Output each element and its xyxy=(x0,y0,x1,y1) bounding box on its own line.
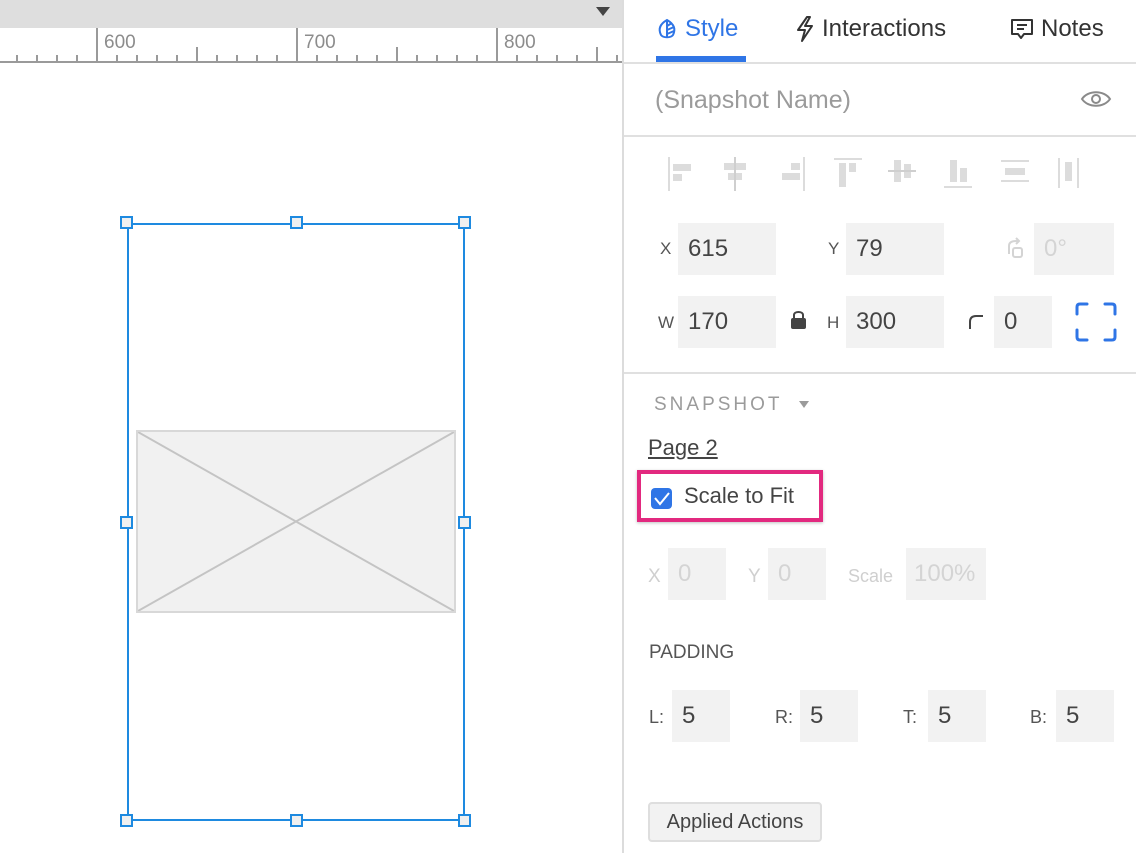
align-middle-icon[interactable] xyxy=(888,157,918,191)
offset-x-input[interactable]: 0 xyxy=(668,548,726,600)
scale-input[interactable]: 100% xyxy=(906,548,986,600)
divider xyxy=(624,62,1136,64)
resize-handle-top-right[interactable] xyxy=(458,216,471,229)
align-top-icon[interactable] xyxy=(833,157,863,191)
caret-down-icon[interactable] xyxy=(799,401,809,408)
dropdown-caret-icon[interactable] xyxy=(596,7,610,16)
ruler-label: 800 xyxy=(504,32,536,53)
resize-handle-bottom[interactable] xyxy=(290,814,303,827)
note-icon xyxy=(1009,16,1035,42)
x-input[interactable]: 615 xyxy=(678,223,776,275)
tab-style-label: Style xyxy=(685,15,739,42)
scale-to-fit-checkbox[interactable] xyxy=(651,488,672,509)
applied-actions-button[interactable]: Applied Actions xyxy=(648,802,822,842)
divider xyxy=(624,372,1136,374)
padding-right-input[interactable]: 5 xyxy=(800,690,858,742)
y-label: Y xyxy=(828,239,840,258)
horizontal-ruler: 600 700 800 xyxy=(0,28,622,63)
eye-icon[interactable] xyxy=(1080,88,1112,115)
align-right-icon[interactable] xyxy=(777,157,807,191)
scale-label: Scale xyxy=(848,566,894,586)
offset-x-label: X xyxy=(648,566,661,587)
rotation-input[interactable]: 0° xyxy=(1034,223,1114,275)
padding-bottom-label: B: xyxy=(1030,707,1048,727)
snapshot-section-title[interactable]: SNAPSHOT xyxy=(654,394,783,416)
selection-box[interactable] xyxy=(127,223,465,821)
rotate-icon xyxy=(1005,236,1025,265)
tab-style[interactable]: Style xyxy=(655,12,738,46)
align-bottom-icon[interactable] xyxy=(944,157,974,191)
corner-radius-input[interactable]: 0 xyxy=(994,296,1052,348)
padding-top-input[interactable]: 5 xyxy=(928,690,986,742)
padding-bottom-input[interactable]: 5 xyxy=(1056,690,1114,742)
ruler-label: 700 xyxy=(304,32,336,53)
lightning-icon xyxy=(794,15,816,43)
padding-left-input[interactable]: 5 xyxy=(672,690,730,742)
divider xyxy=(624,135,1136,137)
corner-radius-icon xyxy=(968,314,984,335)
width-input[interactable]: 170 xyxy=(678,296,776,348)
height-input[interactable]: 300 xyxy=(846,296,944,348)
checkmark-icon xyxy=(654,492,670,506)
resize-handle-top[interactable] xyxy=(290,216,303,229)
padding-top-label: T: xyxy=(903,707,918,727)
align-left-icon[interactable] xyxy=(666,157,696,191)
tab-interactions-label: Interactions xyxy=(822,15,947,42)
h-label: H xyxy=(827,313,840,332)
resize-handle-bottom-left[interactable] xyxy=(120,814,133,827)
scale-to-fit-label[interactable]: Scale to Fit xyxy=(684,483,794,509)
style-panel: Style Interactions Notes (Snapshot Name) xyxy=(624,0,1136,853)
tab-notes[interactable]: Notes xyxy=(1009,12,1104,46)
resize-handle-bottom-right[interactable] xyxy=(458,814,471,827)
tab-interactions[interactable]: Interactions xyxy=(794,12,946,46)
fit-to-content-icon[interactable] xyxy=(1075,302,1117,347)
offset-y-label: Y xyxy=(748,566,761,587)
x-label: X xyxy=(660,239,672,258)
distribute-vertical-icon[interactable] xyxy=(1056,157,1086,191)
distribute-horizontal-icon[interactable] xyxy=(1000,157,1030,191)
tab-notes-label: Notes xyxy=(1041,15,1104,42)
resize-handle-left[interactable] xyxy=(120,516,133,529)
align-center-icon[interactable] xyxy=(721,157,751,191)
offset-y-input[interactable]: 0 xyxy=(768,548,826,600)
leaf-icon xyxy=(655,17,679,41)
padding-left-label: L: xyxy=(649,707,665,727)
resize-handle-right[interactable] xyxy=(458,516,471,529)
padding-right-label: R: xyxy=(775,707,793,727)
lock-icon[interactable] xyxy=(790,309,807,335)
ruler-label: 600 xyxy=(104,32,136,53)
snapshot-page-link[interactable]: Page 2 xyxy=(648,435,718,461)
y-input[interactable]: 79 xyxy=(846,223,944,275)
canvas-toolbar xyxy=(0,0,622,28)
canvas-area[interactable]: 600 700 800 xyxy=(0,0,622,853)
padding-title: PADDING xyxy=(649,642,735,663)
w-label: W xyxy=(658,313,675,332)
snapshot-name-input[interactable]: (Snapshot Name) xyxy=(655,86,851,115)
resize-handle-top-left[interactable] xyxy=(120,216,133,229)
